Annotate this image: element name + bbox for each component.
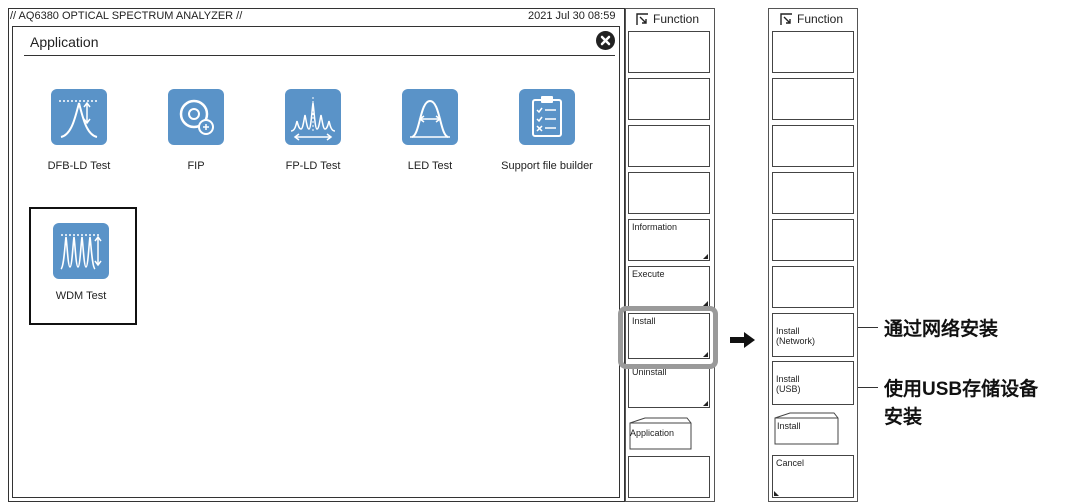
app-label-dfb-ld: DFB-LD Test <box>47 160 111 172</box>
dialog-title: Application <box>30 34 99 50</box>
softkey-5[interactable] <box>772 219 854 261</box>
function-label: Function <box>653 12 700 26</box>
softkey-label: Install (Network) <box>776 326 816 346</box>
callout-line-usb <box>858 387 878 388</box>
usb-install-annotation-line2: 安装 <box>884 407 923 428</box>
function-label: Function <box>797 12 844 26</box>
function-header-after: Function <box>780 12 843 26</box>
softkey-label: Install <box>777 421 801 431</box>
led-icon[interactable] <box>402 89 458 145</box>
softkey-1[interactable] <box>628 31 710 73</box>
datetime-label: 2021 Jul 30 08:59 <box>528 10 616 22</box>
network-install-annotation: 通过网络安装 <box>884 319 999 340</box>
softkey-3[interactable] <box>628 125 710 167</box>
install-highlight <box>618 306 718 369</box>
app-label-wdm: WDM Test <box>55 290 107 302</box>
function-icon <box>636 13 648 25</box>
softkey-label: Information <box>632 222 678 232</box>
uninstall-softkey[interactable]: Uninstall <box>628 364 710 408</box>
close-icon <box>600 35 611 46</box>
softkey-label: Application <box>630 428 675 438</box>
right-arrow-icon <box>730 332 755 348</box>
app-label-led: LED Test <box>407 160 453 172</box>
install-network-softkey[interactable]: Install (Network) <box>772 313 854 357</box>
softkey-6[interactable] <box>772 266 854 308</box>
callout-line-network <box>858 327 878 328</box>
softkey-10[interactable] <box>628 456 710 498</box>
softkey-label: Install (USB) <box>776 374 801 394</box>
app-label-support-file-builder: Support file builder <box>501 160 593 172</box>
information-softkey[interactable]: Information <box>628 219 710 261</box>
execute-softkey[interactable]: Execute <box>628 266 710 308</box>
title-divider <box>24 55 615 56</box>
softkey-label: Execute <box>632 269 665 279</box>
softkey-2[interactable] <box>628 78 710 120</box>
softkey-4[interactable] <box>628 172 710 214</box>
install-folder-softkey[interactable]: Install <box>772 412 840 448</box>
softkey-1[interactable] <box>772 31 854 73</box>
clipboard-icon[interactable] <box>519 89 575 145</box>
softkey-3[interactable] <box>772 125 854 167</box>
application-folder-softkey[interactable]: Application <box>627 417 693 453</box>
function-header-before: Function <box>636 12 699 26</box>
usb-install-annotation-line1: 使用USB存储设备 <box>884 379 1039 400</box>
softkey-2[interactable] <box>772 78 854 120</box>
screen-title: // AQ6380 OPTICAL SPECTRUM ANALYZER // <box>10 10 243 22</box>
function-icon <box>780 13 792 25</box>
app-label-fip: FIP <box>187 160 205 172</box>
install-usb-softkey[interactable]: Install (USB) <box>772 361 854 405</box>
cancel-softkey[interactable]: Cancel <box>772 455 854 498</box>
app-label-fp-ld: FP-LD Test <box>285 160 341 172</box>
softkey-4[interactable] <box>772 172 854 214</box>
softkey-label: Cancel <box>776 458 805 468</box>
fip-icon[interactable] <box>168 89 224 145</box>
dfb-ld-icon[interactable] <box>51 89 107 145</box>
fp-ld-icon[interactable] <box>285 89 341 145</box>
wdm-icon[interactable] <box>53 223 109 279</box>
close-button[interactable] <box>596 31 615 50</box>
